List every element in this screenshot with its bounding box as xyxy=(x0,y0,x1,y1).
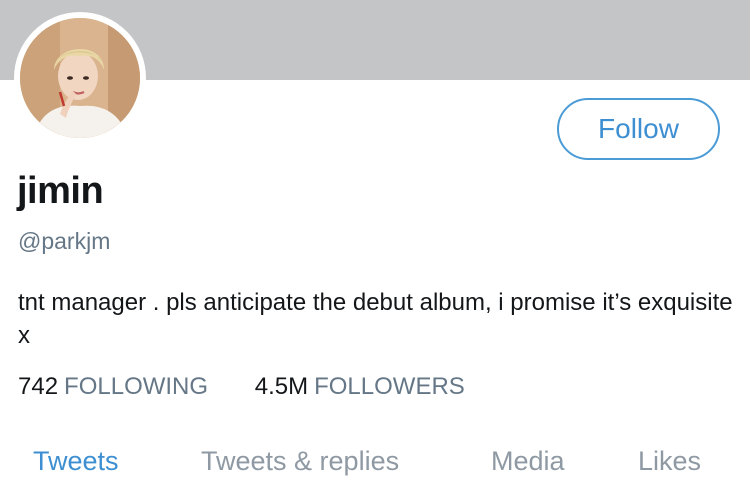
following-label: FOLLOWING xyxy=(64,373,209,400)
profile-stats: 742 FOLLOWING 4.5M FOLLOWERS xyxy=(18,373,465,401)
tab-tweets[interactable]: Tweets xyxy=(33,446,119,477)
profile-bio: tnt manager . pls anticipate the debut a… xyxy=(18,289,733,349)
following-stat[interactable]: 742 FOLLOWING xyxy=(18,373,208,401)
profile-page: Follow jimin @parkjm tnt manager . pls a… xyxy=(0,0,750,494)
profile-name: jimin xyxy=(17,170,104,212)
avatar[interactable] xyxy=(14,12,146,144)
tab-tweets-and-replies[interactable]: Tweets & replies xyxy=(201,446,399,477)
profile-tabs: Tweets Tweets & replies Media Likes xyxy=(0,446,750,486)
tab-media[interactable]: Media xyxy=(491,446,565,477)
followers-stat[interactable]: 4.5M FOLLOWERS xyxy=(255,373,465,401)
profile-photo-icon xyxy=(20,18,140,138)
profile-handle[interactable]: @parkjm xyxy=(18,228,110,255)
following-count: 742 xyxy=(18,373,59,400)
tab-likes[interactable]: Likes xyxy=(638,446,701,477)
followers-count: 4.5M xyxy=(254,373,309,400)
follow-button[interactable]: Follow xyxy=(557,98,720,160)
followers-label: FOLLOWERS xyxy=(314,373,465,400)
